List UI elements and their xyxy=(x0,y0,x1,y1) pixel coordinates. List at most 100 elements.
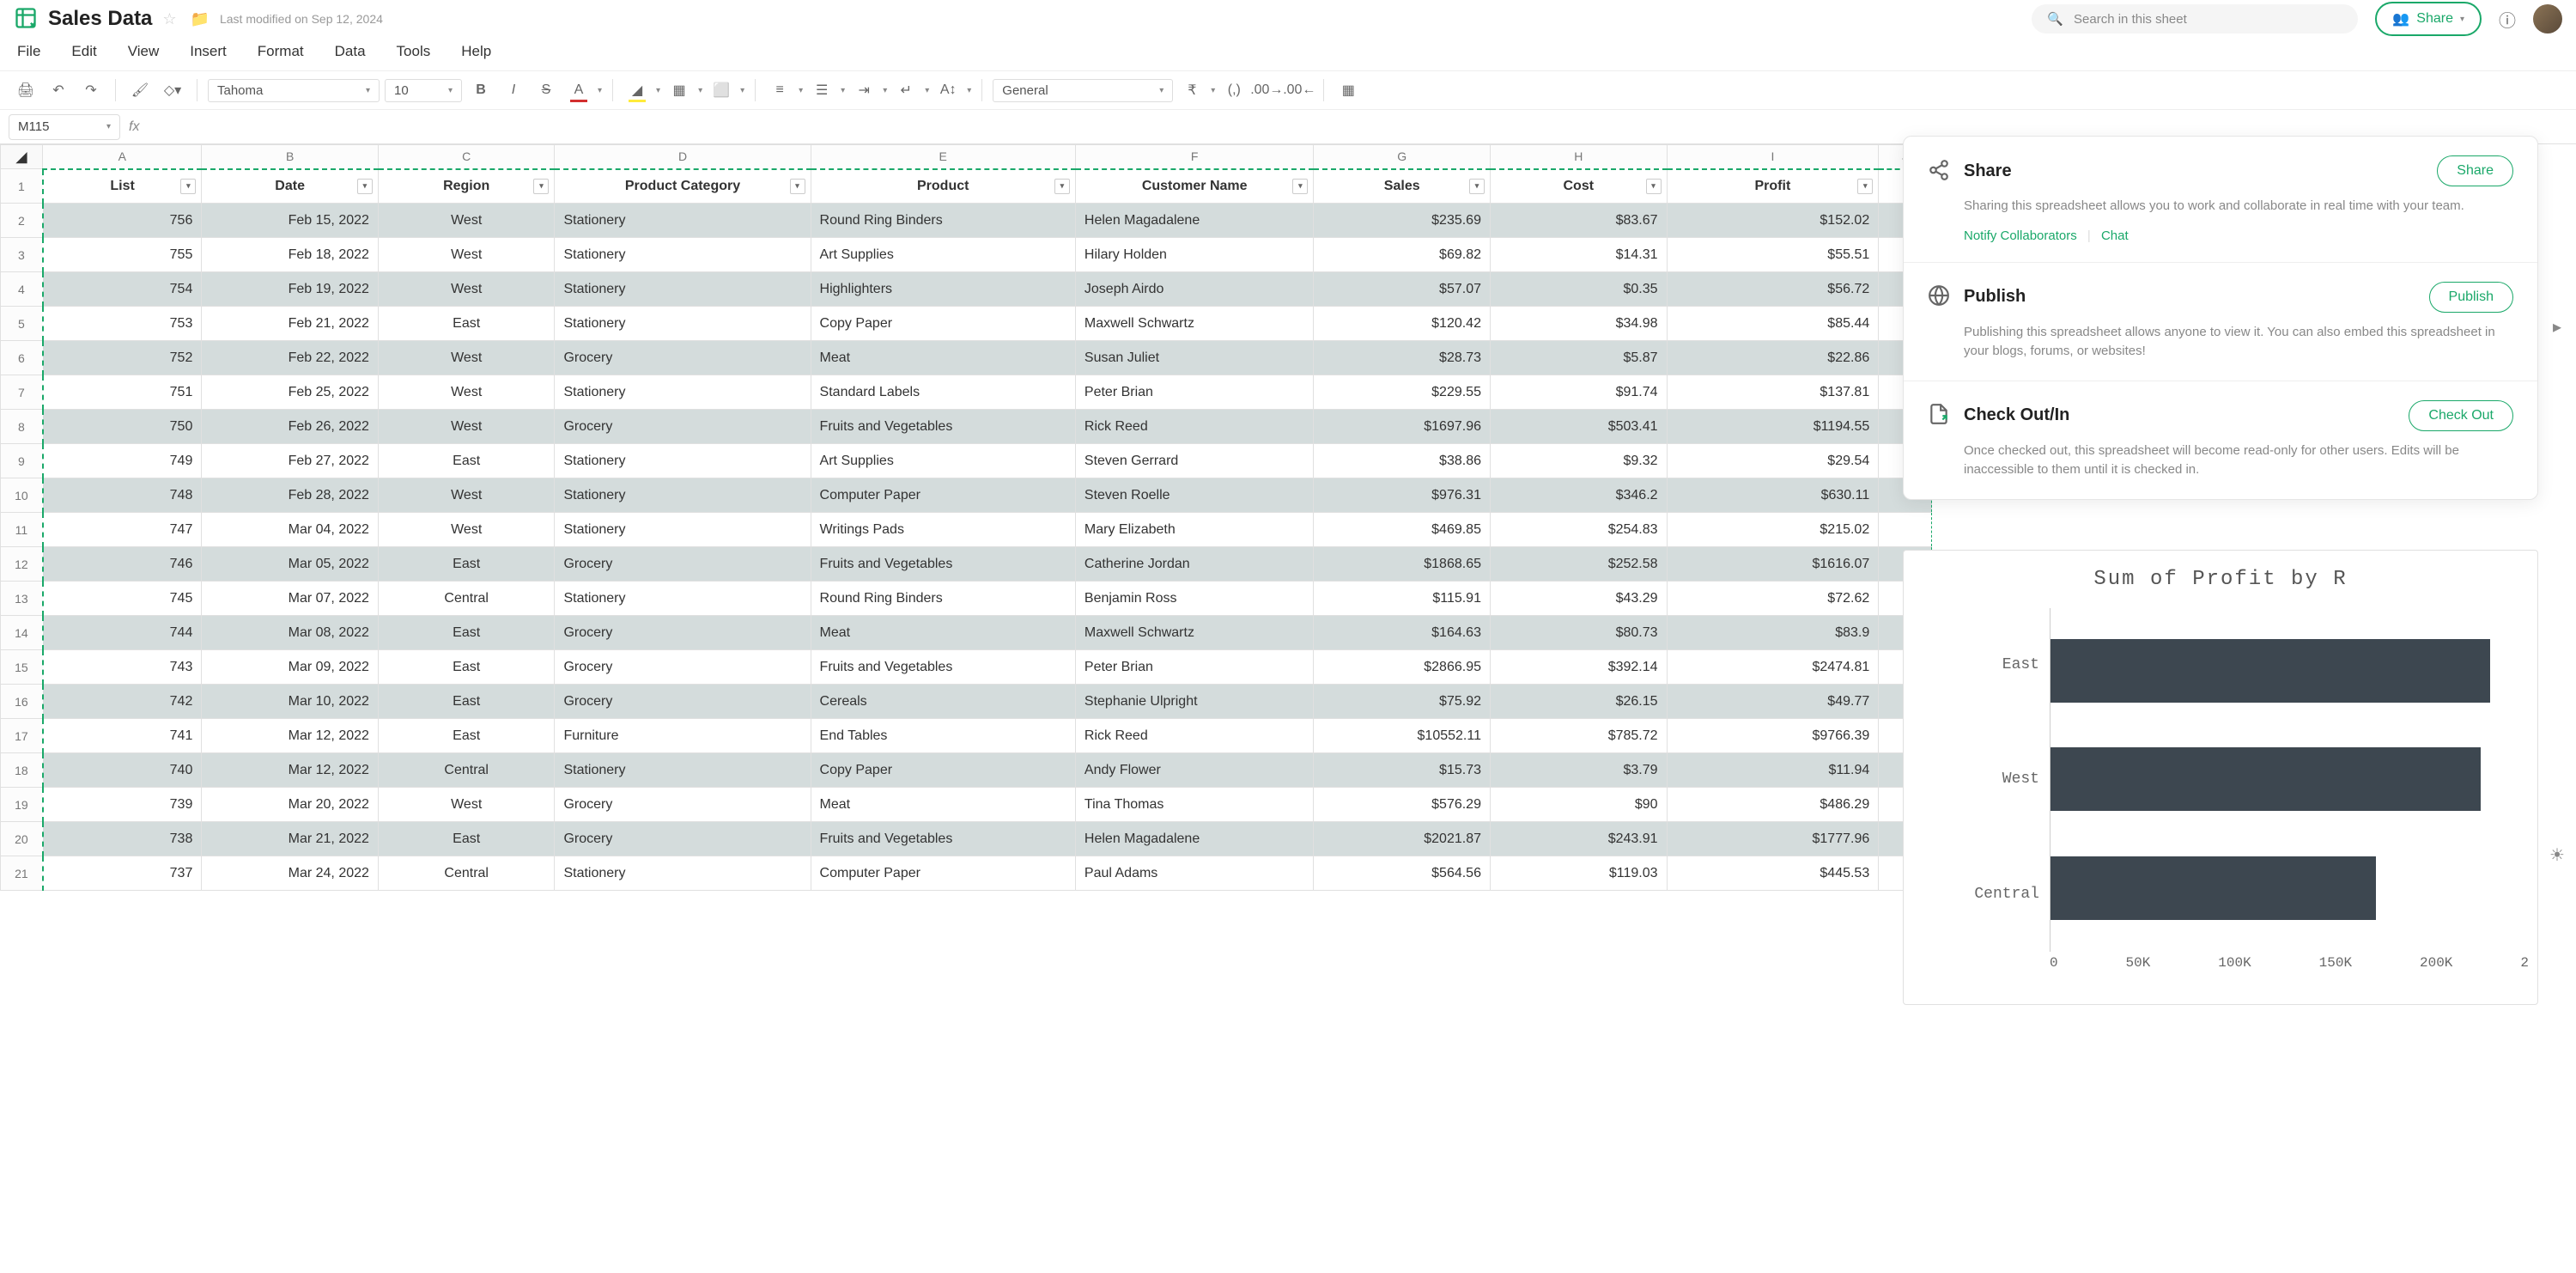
indent-chevron-icon[interactable]: ▾ xyxy=(883,86,887,95)
row-header[interactable]: 15 xyxy=(1,650,43,685)
fill-color-icon[interactable]: ◢ xyxy=(623,76,651,104)
cell[interactable]: Stationery xyxy=(555,272,811,307)
table-row[interactable]: 18740Mar 12, 2022CentralStationeryCopy P… xyxy=(1,753,1932,788)
table-row[interactable]: 16742Mar 10, 2022EastGroceryCerealsSteph… xyxy=(1,685,1932,719)
cell[interactable]: $3.79 xyxy=(1490,753,1667,788)
cell[interactable]: East xyxy=(378,307,555,341)
cell[interactable]: $5.87 xyxy=(1490,341,1667,375)
cell[interactable]: $55.51 xyxy=(1667,238,1879,272)
cell[interactable]: Art Supplies xyxy=(811,444,1075,478)
borders-icon[interactable]: ▦ xyxy=(665,76,693,104)
star-icon[interactable]: ☆ xyxy=(162,10,176,28)
cell[interactable]: Steven Roelle xyxy=(1075,478,1314,513)
cell[interactable]: Grocery xyxy=(555,341,811,375)
merge-icon[interactable]: ⬜ xyxy=(708,76,735,104)
menu-format[interactable]: Format xyxy=(258,43,304,60)
col-header[interactable]: I xyxy=(1667,145,1879,169)
wrap-chevron-icon[interactable]: ▾ xyxy=(925,86,929,95)
cell[interactable]: $243.91 xyxy=(1490,822,1667,856)
row-header[interactable]: 3 xyxy=(1,238,43,272)
cell[interactable]: 749 xyxy=(43,444,202,478)
align-h-icon[interactable]: ≡ xyxy=(766,76,793,104)
cell[interactable]: East xyxy=(378,719,555,753)
share-button[interactable]: 👥 Share ▾ xyxy=(2375,2,2482,36)
format-painter-icon[interactable]: 🖌 xyxy=(126,76,154,104)
profit-chart[interactable]: Sum of Profit by R East West Central 050… xyxy=(1903,550,2538,1005)
cell[interactable]: Stationery xyxy=(555,513,811,547)
cell[interactable]: Feb 26, 2022 xyxy=(202,410,379,444)
col-header[interactable]: C xyxy=(378,145,555,169)
clear-format-icon[interactable]: ◇▾ xyxy=(159,76,186,104)
cell[interactable]: $9.32 xyxy=(1490,444,1667,478)
menu-help[interactable]: Help xyxy=(461,43,491,60)
dec-decimal-icon[interactable]: .00← xyxy=(1285,76,1313,104)
cell[interactable]: Susan Juliet xyxy=(1075,341,1314,375)
cell[interactable]: $503.41 xyxy=(1490,410,1667,444)
cell[interactable]: Peter Brian xyxy=(1075,375,1314,410)
cell[interactable]: Feb 22, 2022 xyxy=(202,341,379,375)
cell[interactable]: Fruits and Vegetables xyxy=(811,650,1075,685)
comma-icon[interactable]: (,) xyxy=(1220,76,1248,104)
number-format-select[interactable]: General▾ xyxy=(993,79,1173,102)
row-header[interactable]: 4 xyxy=(1,272,43,307)
row-header[interactable]: 9 xyxy=(1,444,43,478)
cell[interactable]: Maxwell Schwartz xyxy=(1075,616,1314,650)
font-size-select[interactable]: 10▾ xyxy=(385,79,462,102)
cell[interactable]: $564.56 xyxy=(1314,856,1491,891)
currency-icon[interactable]: ₹ xyxy=(1178,76,1206,104)
cell[interactable]: 755 xyxy=(43,238,202,272)
cell[interactable]: Fruits and Vegetables xyxy=(811,547,1075,582)
menu-tools[interactable]: Tools xyxy=(397,43,431,60)
bold-icon[interactable]: B xyxy=(467,76,495,104)
cell[interactable]: Computer Paper xyxy=(811,856,1075,891)
undo-icon[interactable]: ↶ xyxy=(45,76,72,104)
cell[interactable]: Feb 19, 2022 xyxy=(202,272,379,307)
font-color-chevron-icon[interactable]: ▾ xyxy=(598,86,602,95)
cell[interactable]: Tina Thomas xyxy=(1075,788,1314,822)
row-header[interactable]: 20 xyxy=(1,822,43,856)
cell[interactable]: $164.63 xyxy=(1314,616,1491,650)
menu-view[interactable]: View xyxy=(128,43,160,60)
cell[interactable]: East xyxy=(378,685,555,719)
cell[interactable]: Peter Brian xyxy=(1075,650,1314,685)
indent-icon[interactable]: ⇥ xyxy=(850,76,878,104)
cell[interactable]: $119.03 xyxy=(1490,856,1667,891)
cell[interactable]: West xyxy=(378,238,555,272)
cell[interactable]: $83.67 xyxy=(1490,204,1667,238)
col-header[interactable]: F xyxy=(1075,145,1314,169)
table-row[interactable]: 7751Feb 25, 2022WestStationeryStandard L… xyxy=(1,375,1932,410)
cell[interactable]: Maxwell Schwartz xyxy=(1075,307,1314,341)
cell[interactable]: $26.15 xyxy=(1490,685,1667,719)
cell[interactable]: West xyxy=(378,410,555,444)
cell[interactable]: Feb 18, 2022 xyxy=(202,238,379,272)
cell[interactable]: 744 xyxy=(43,616,202,650)
cell[interactable]: $75.92 xyxy=(1314,685,1491,719)
cell[interactable]: Meat xyxy=(811,616,1075,650)
cell[interactable]: Central xyxy=(378,753,555,788)
cell[interactable]: Cereals xyxy=(811,685,1075,719)
cell[interactable]: Mar 09, 2022 xyxy=(202,650,379,685)
row-header[interactable]: 6 xyxy=(1,341,43,375)
cell[interactable]: $235.69 xyxy=(1314,204,1491,238)
cell[interactable]: $91.74 xyxy=(1490,375,1667,410)
notify-collaborators-link[interactable]: Notify Collaborators xyxy=(1964,228,2077,243)
cell[interactable]: 754 xyxy=(43,272,202,307)
align-v-chevron-icon[interactable]: ▾ xyxy=(841,86,845,95)
cell[interactable]: Joseph Airdo xyxy=(1075,272,1314,307)
cell[interactable]: Grocery xyxy=(555,616,811,650)
cell[interactable]: Feb 15, 2022 xyxy=(202,204,379,238)
cell[interactable]: $1194.55 xyxy=(1667,410,1879,444)
col-header[interactable]: E xyxy=(811,145,1075,169)
cell[interactable]: Stationery xyxy=(555,856,811,891)
cell[interactable]: East xyxy=(378,444,555,478)
cell[interactable]: Paul Adams xyxy=(1075,856,1314,891)
cell[interactable]: $469.85 xyxy=(1314,513,1491,547)
col-header[interactable]: G xyxy=(1314,145,1491,169)
cell[interactable]: Mar 10, 2022 xyxy=(202,685,379,719)
table-row[interactable]: 3755Feb 18, 2022WestStationeryArt Suppli… xyxy=(1,238,1932,272)
cell[interactable]: $90 xyxy=(1490,788,1667,822)
cell[interactable]: West xyxy=(378,341,555,375)
table-row[interactable]: 20738Mar 21, 2022EastGroceryFruits and V… xyxy=(1,822,1932,856)
expand-panel-icon[interactable]: ▸ xyxy=(2553,316,2561,338)
table-row[interactable]: 8750Feb 26, 2022WestGroceryFruits and Ve… xyxy=(1,410,1932,444)
